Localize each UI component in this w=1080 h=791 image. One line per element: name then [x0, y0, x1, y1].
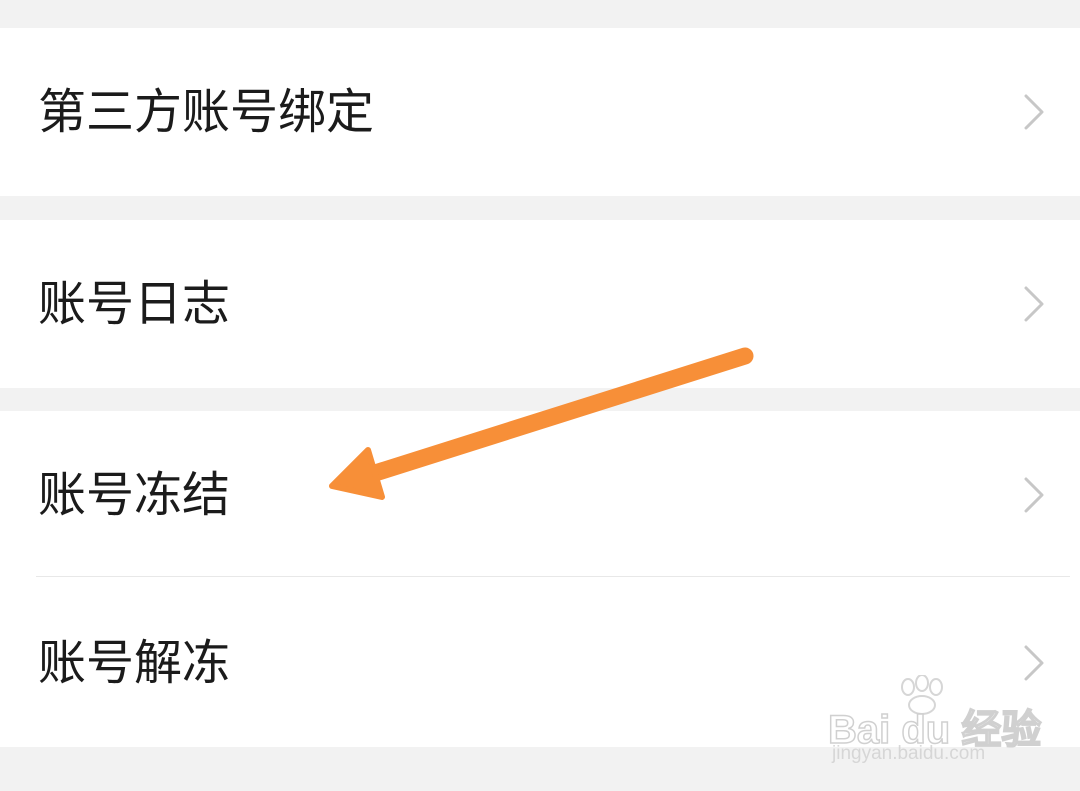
row-divider [36, 576, 1070, 577]
settings-item-account-freeze[interactable]: 账号冻结 [0, 411, 1080, 579]
settings-item-account-unfreeze[interactable]: 账号解冻 [0, 579, 1080, 747]
settings-item-label: 第三方账号绑定 [38, 84, 375, 140]
chevron-right-icon [1024, 94, 1044, 130]
settings-group-logs: 账号日志 [0, 220, 1080, 388]
chevron-right-icon [1024, 286, 1044, 322]
settings-item-label: 账号解冻 [38, 635, 231, 691]
settings-item-label: 账号冻结 [38, 467, 231, 523]
settings-item-label: 账号日志 [38, 276, 231, 332]
settings-item-third-party-binding[interactable]: 第三方账号绑定 [0, 28, 1080, 196]
settings-group-freeze: 账号冻结 账号解冻 [0, 411, 1080, 747]
chevron-right-icon [1024, 645, 1044, 681]
settings-group-bindings: 第三方账号绑定 [0, 28, 1080, 196]
settings-item-account-log[interactable]: 账号日志 [0, 220, 1080, 388]
chevron-right-icon [1024, 477, 1044, 513]
